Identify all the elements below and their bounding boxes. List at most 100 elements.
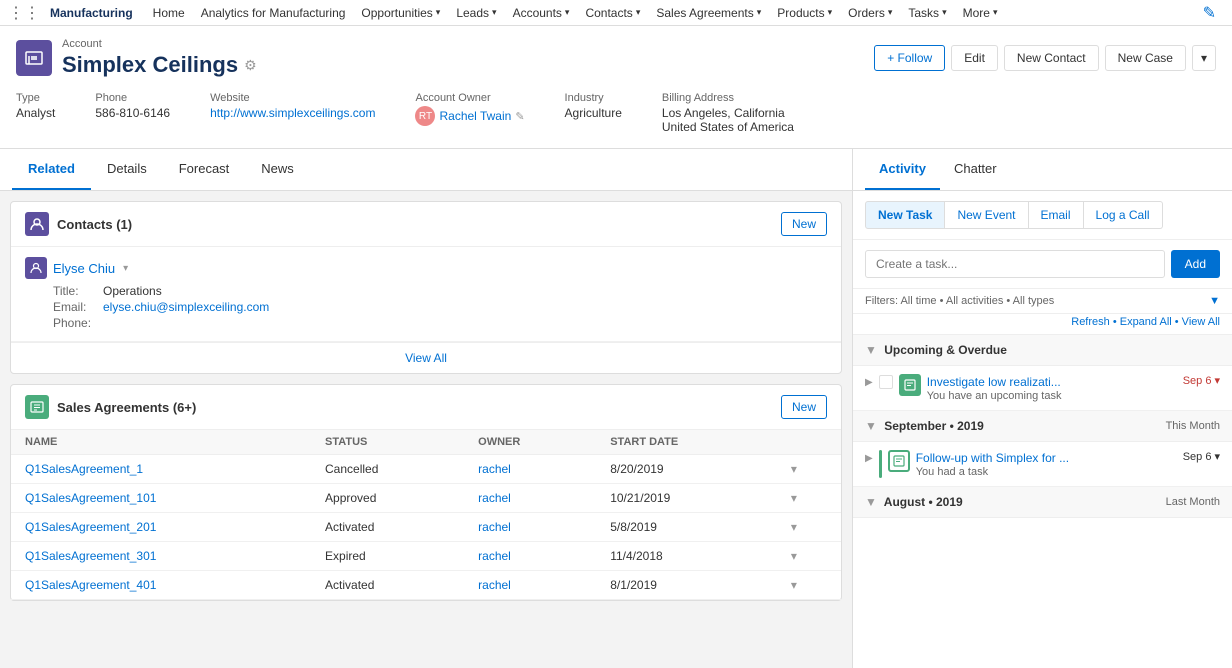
new-event-button[interactable]: New Event (945, 201, 1028, 229)
new-task-button[interactable]: New Task (865, 201, 945, 229)
sales-name-link[interactable]: Q1SalesAgreement_301 (25, 549, 156, 563)
row-action[interactable]: ▾ (777, 513, 841, 542)
col-startdate: START DATE (596, 430, 777, 455)
completed-task-icon (888, 450, 910, 472)
sales-owner-link[interactable]: rachel (478, 462, 511, 476)
nav-more[interactable]: More▾ (955, 6, 1006, 20)
contact-title-row: Title: Operations (53, 283, 273, 299)
phone-value: 586-810-6146 (95, 106, 170, 120)
upcoming-section-header: ▼ Upcoming & Overdue (853, 335, 1232, 366)
september-badge: This Month (1166, 420, 1220, 432)
august-section-header: ▼ August • 2019 Last Month (853, 487, 1232, 518)
meta-industry: Industry Agriculture (565, 92, 622, 134)
account-header: Account Simplex Ceilings ⚙ + Follow Edit… (0, 26, 1232, 149)
tab-details[interactable]: Details (91, 149, 163, 190)
sales-name-link[interactable]: Q1SalesAgreement_1 (25, 462, 143, 476)
sales-owner-link[interactable]: rachel (478, 520, 511, 534)
upcoming-task-link[interactable]: Investigate low realizati... (927, 375, 1061, 389)
edit-button[interactable]: Edit (951, 45, 998, 71)
item-chevron-icon[interactable]: ▶ (865, 377, 873, 388)
log-call-button[interactable]: Log a Call (1084, 201, 1163, 229)
chevron-down-icon: ▾ (492, 7, 497, 18)
sales-agreements-header: Sales Agreements (6+) New (11, 385, 841, 430)
august-badge: Last Month (1166, 496, 1220, 508)
meta-owner: Account Owner RT Rachel Twain ✎ (415, 92, 524, 134)
new-contact-button[interactable]: New Contact (1004, 45, 1099, 71)
task-icon (899, 374, 921, 396)
account-icon (16, 40, 52, 76)
account-label: Account (62, 38, 257, 50)
section-chevron-icon: ▼ (865, 495, 877, 509)
chevron-down-icon: ▾ (757, 7, 762, 18)
contact-name-link[interactable]: Elyse Chiu (53, 261, 115, 276)
sales-name-link[interactable]: Q1SalesAgreement_201 (25, 520, 156, 534)
sales-owner-link[interactable]: rachel (478, 578, 511, 592)
table-row: Q1SalesAgreement_201 Activated rachel 5/… (11, 513, 841, 542)
owner-avatar: RT (415, 106, 435, 126)
type-value: Analyst (16, 106, 55, 120)
chevron-down-icon: ▾ (636, 7, 641, 18)
owner-link[interactable]: Rachel Twain (439, 109, 511, 123)
task-create: Add (853, 240, 1232, 289)
edit-icon[interactable]: ✎ (1203, 3, 1216, 23)
right-panel: Activity Chatter New Task New Event Emai… (852, 149, 1232, 668)
row-action[interactable]: ▾ (777, 542, 841, 571)
activity-links[interactable]: Refresh • Expand All • View All (1071, 316, 1220, 328)
nav-sales-agreements[interactable]: Sales Agreements▾ (648, 6, 769, 20)
tab-forecast[interactable]: Forecast (163, 149, 246, 190)
nav-home[interactable]: Home (145, 6, 193, 20)
sales-name-link[interactable]: Q1SalesAgreement_101 (25, 491, 156, 505)
chevron-down-icon: ▾ (565, 7, 570, 18)
august-label: August • 2019 (884, 495, 963, 509)
new-case-button[interactable]: New Case (1105, 45, 1186, 71)
task-checkbox[interactable] (879, 375, 893, 389)
nav-contacts[interactable]: Contacts▾ (577, 6, 648, 20)
contacts-title: Contacts (1) (57, 217, 132, 232)
contacts-view-all[interactable]: View All (11, 342, 841, 373)
sales-date: 11/4/2018 (596, 542, 777, 571)
website-link[interactable]: http://www.simplexceilings.com (210, 106, 375, 120)
tab-chatter[interactable]: Chatter (940, 149, 1011, 190)
row-action[interactable]: ▾ (777, 484, 841, 513)
upcoming-item-1: ▶ Investigate low realizati... You have … (853, 366, 1232, 411)
sales-owner-link[interactable]: rachel (478, 549, 511, 563)
tab-news[interactable]: News (245, 149, 310, 190)
contact-row: Elyse Chiu ▾ Title: Operations Email: el… (11, 247, 841, 342)
sales-icon (25, 395, 49, 419)
sales-new-button[interactable]: New (781, 395, 827, 419)
chevron-down-icon: ▾ (1214, 450, 1220, 463)
september-task-sub: You had a task (916, 466, 1177, 478)
contact-email-link[interactable]: elyse.chiu@simplexceiling.com (103, 300, 269, 314)
nav-analytics[interactable]: Analytics for Manufacturing (193, 6, 354, 20)
september-task-link[interactable]: Follow-up with Simplex for ... (916, 451, 1069, 465)
app-grid-icon[interactable]: ⋮⋮ (8, 3, 40, 23)
sales-status: Approved (311, 484, 464, 513)
nav-leads[interactable]: Leads▾ (448, 6, 504, 20)
nav-orders[interactable]: Orders▾ (840, 6, 900, 20)
sales-date: 5/8/2019 (596, 513, 777, 542)
upcoming-task-sub: You have an upcoming task (927, 390, 1177, 402)
filter-icon[interactable]: ▼ (1209, 295, 1220, 307)
nav-opportunities[interactable]: Opportunities▾ (353, 6, 448, 20)
item-chevron-icon[interactable]: ▶ (865, 453, 873, 464)
add-task-button[interactable]: Add (1171, 250, 1220, 278)
nav-accounts[interactable]: Accounts▾ (505, 6, 578, 20)
row-action[interactable]: ▾ (777, 455, 841, 484)
tab-activity[interactable]: Activity (865, 149, 940, 190)
contacts-card: Contacts (1) New Elyse Chiu ▾ Title: (10, 201, 842, 374)
september-task-date: Sep 6 ▾ (1183, 450, 1220, 463)
email-button[interactable]: Email (1029, 201, 1084, 229)
row-action[interactable]: ▾ (777, 571, 841, 600)
more-button[interactable]: ▾ (1192, 45, 1216, 71)
sales-owner-link[interactable]: rachel (478, 491, 511, 505)
nav-tasks[interactable]: Tasks▾ (900, 6, 954, 20)
nav-products[interactable]: Products▾ (769, 6, 840, 20)
activity-buttons: New Task New Event Email Log a Call (853, 191, 1232, 240)
tab-related[interactable]: Related (12, 149, 91, 190)
contacts-new-button[interactable]: New (781, 212, 827, 236)
sales-name-link[interactable]: Q1SalesAgreement_401 (25, 578, 156, 592)
follow-button[interactable]: + Follow (874, 45, 945, 71)
task-input[interactable] (865, 250, 1165, 278)
sales-title: Sales Agreements (6+) (57, 400, 196, 415)
contacts-card-header: Contacts (1) New (11, 202, 841, 247)
